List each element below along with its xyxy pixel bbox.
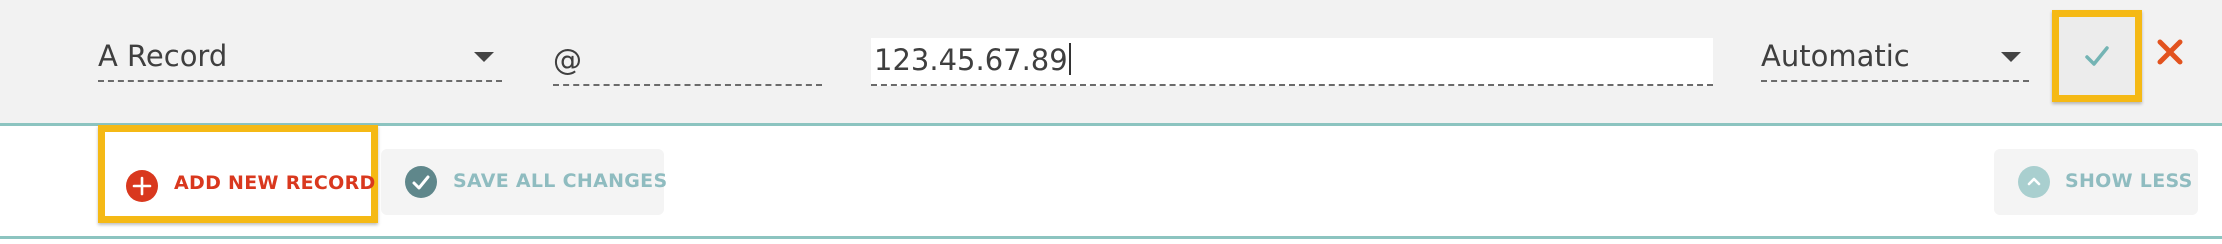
record-value-input[interactable]: 123.45.67.89 — [871, 38, 1713, 86]
show-less-label: SHOW LESS — [2065, 170, 2193, 192]
section-divider — [0, 236, 2222, 239]
checkmark-icon — [2084, 45, 2110, 67]
chevron-down-icon — [474, 52, 494, 62]
record-value-text: 123.45.67.89 — [874, 43, 1068, 77]
cancel-record-button[interactable] — [2152, 32, 2188, 72]
dns-record-edit-row: A Record @ 123.45.67.89 Automatic — [0, 0, 2222, 123]
add-new-record-label: ADD NEW RECORD — [174, 172, 376, 194]
record-type-value: A Record — [98, 39, 228, 73]
host-input[interactable]: @ — [553, 38, 822, 86]
show-less-button[interactable]: SHOW LESS — [1994, 149, 2198, 215]
chevron-up-circle-icon — [2018, 166, 2050, 198]
plus-circle-icon — [126, 170, 158, 202]
host-value: @ — [553, 43, 582, 77]
ttl-value: Automatic — [1761, 39, 1910, 73]
close-x-icon — [2156, 38, 2184, 66]
record-type-select[interactable]: A Record — [98, 34, 502, 82]
check-circle-icon — [405, 166, 437, 198]
confirm-record-button[interactable] — [2052, 10, 2142, 102]
add-new-record-button[interactable]: ADD NEW RECORD — [98, 125, 378, 223]
save-all-changes-label: SAVE ALL CHANGES — [453, 170, 668, 192]
ttl-select[interactable]: Automatic — [1761, 34, 2029, 82]
chevron-down-icon — [2001, 52, 2021, 62]
text-cursor — [1068, 43, 1071, 75]
save-all-changes-button[interactable]: SAVE ALL CHANGES — [381, 149, 668, 215]
